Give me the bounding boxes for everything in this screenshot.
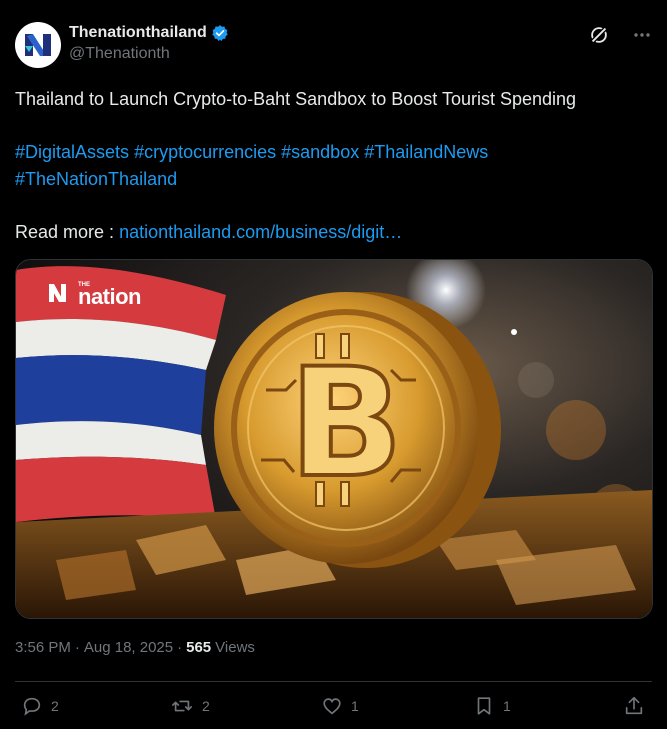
repost-icon: [172, 700, 192, 712]
display-name[interactable]: Thenationthailand: [69, 24, 207, 42]
bookmark-count: 1: [503, 698, 511, 714]
hashtag-link[interactable]: #ThailandNews: [364, 142, 488, 162]
share-button[interactable]: [623, 695, 645, 717]
reply-count: 2: [51, 698, 59, 714]
divider: [15, 681, 652, 682]
repost-button[interactable]: 2: [170, 695, 210, 717]
repost-count: 2: [202, 698, 210, 714]
post-date[interactable]: Aug 18, 2025: [84, 639, 173, 656]
meta-separator: ·: [74, 639, 80, 656]
post-header: Thenationthailand @Thenationth: [15, 22, 652, 70]
grok-icon[interactable]: [588, 24, 610, 46]
post-text: Thailand to Launch Crypto-to-Baht Sandbo…: [15, 86, 655, 245]
media-logo-text: nation: [78, 284, 142, 309]
article-link[interactable]: nationthailand.com/business/digit…: [119, 222, 402, 242]
more-options-icon[interactable]: [632, 25, 652, 45]
handle[interactable]: @Thenationth: [69, 45, 229, 63]
hashtag-link[interactable]: #sandbox: [281, 142, 359, 162]
hashtags-line-2: #TheNationThailand: [15, 166, 655, 193]
verified-badge-icon: [212, 25, 228, 41]
like-count: 1: [351, 698, 359, 714]
hashtag-link[interactable]: #cryptocurrencies: [134, 142, 276, 162]
bookmark-icon: [477, 697, 491, 715]
share-icon: [625, 696, 643, 715]
post-time[interactable]: 3:56 PM: [15, 639, 71, 656]
hashtags-line-1: #DigitalAssets #cryptocurrencies #sandbo…: [15, 139, 655, 166]
nation-logo-icon: [25, 34, 51, 56]
reply-icon: [23, 697, 41, 716]
read-more-label: Read more :: [15, 221, 115, 242]
post-image[interactable]: B THE nation: [15, 259, 653, 619]
post-meta: 3:56 PM · Aug 18, 2025 · 565 Views: [15, 639, 255, 656]
read-more-line: Read more : nationthailand.com/business/…: [15, 219, 655, 246]
hashtag-link[interactable]: #TheNationThailand: [15, 169, 177, 189]
like-button[interactable]: 1: [321, 695, 359, 717]
hashtag-link[interactable]: #DigitalAssets: [15, 142, 129, 162]
bitcoin-flag-illustration: B: [16, 260, 652, 618]
views-label: Views: [215, 639, 255, 656]
avatar[interactable]: [15, 22, 61, 68]
action-bar: 2 2 1 1: [15, 693, 652, 723]
meta-separator: ·: [177, 639, 183, 656]
views-count: 565: [186, 639, 212, 656]
author-block: Thenationthailand @Thenationth: [69, 24, 229, 63]
bookmark-button[interactable]: 1: [473, 695, 511, 717]
reply-button[interactable]: 2: [21, 695, 59, 717]
post-headline: Thailand to Launch Crypto-to-Baht Sandbo…: [15, 89, 577, 109]
heart-icon: [323, 698, 341, 715]
